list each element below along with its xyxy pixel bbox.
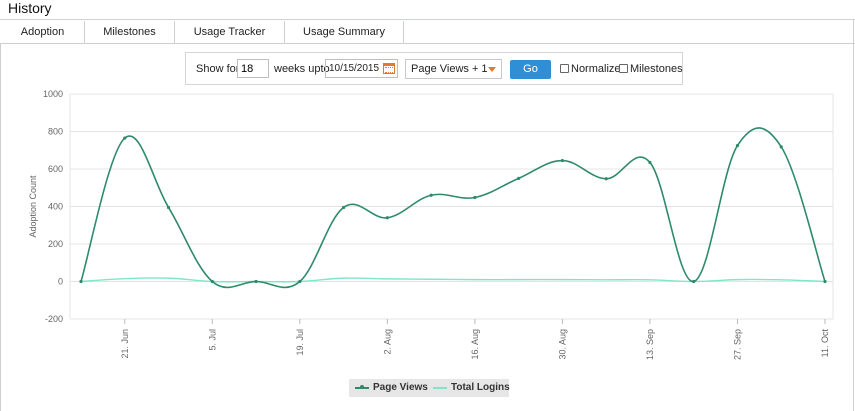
weeks-input[interactable] [237, 59, 269, 78]
data-point-page-views [735, 143, 740, 148]
data-point-page-views [429, 193, 433, 197]
title-bar: History [0, 0, 855, 20]
milestones-label: Milestones [630, 63, 683, 75]
milestones-checkbox[interactable] [619, 64, 628, 73]
legend-label-page-views: Page Views [373, 382, 428, 393]
data-point-page-views [298, 279, 302, 284]
x-tick-label: 16. Aug [470, 329, 480, 360]
data-point-page-views [823, 279, 827, 284]
tab-milestones[interactable]: Milestones [84, 21, 175, 44]
chart-legend: Page Views Total Logins [349, 379, 510, 397]
y-tick-label: -200 [45, 314, 63, 324]
x-tick-label: 11. Oct [820, 329, 830, 358]
data-point-page-views [166, 205, 171, 210]
x-tick-label: 19. Jul [295, 329, 305, 356]
metric-select-value: Page Views + 1 [411, 63, 488, 75]
legend-marker [360, 385, 364, 389]
x-tick-label: 21. Jun [120, 329, 130, 359]
x-tick-label: 5. Jul [207, 329, 217, 351]
tab-usage-tracker[interactable]: Usage Tracker [174, 21, 285, 44]
data-point-page-views [517, 176, 521, 180]
data-point-page-views [648, 160, 652, 165]
weeks-upto-label: weeks upto [274, 63, 330, 75]
data-point-page-views [341, 205, 346, 210]
y-tick-label: 200 [48, 239, 63, 249]
date-field[interactable]: 10/15/2015 [325, 59, 398, 78]
y-tick-label: 400 [48, 202, 63, 212]
legend-swatch-total-logins [433, 387, 447, 389]
calendar-icon[interactable] [383, 63, 395, 74]
x-tick-label: 2. Aug [382, 329, 392, 355]
adoption-chart: 1000 800 600 400 200 0 -200 21. Jun 5. Jul 19. Ju… [28, 89, 834, 360]
page-title: History [8, 0, 52, 16]
data-point-page-views [123, 136, 127, 140]
legend-swatch-page-views [355, 385, 369, 389]
show-for-label: Show for [196, 63, 240, 75]
data-point-page-views [210, 279, 214, 284]
chevron-down-icon [488, 67, 496, 72]
legend-label-total-logins: Total Logins [451, 382, 510, 393]
filter-toolbar: Show for weeks upto 10/15/2015 Page View… [185, 52, 683, 85]
y-tick-label: 1000 [43, 89, 63, 99]
normalize-checkbox[interactable] [560, 64, 569, 73]
y-tick-label: 600 [48, 164, 63, 174]
data-point-page-views [692, 279, 696, 284]
x-tick-label: 27. Sep [732, 329, 742, 360]
x-tick-label: 30. Aug [557, 329, 567, 360]
go-button[interactable]: Go [510, 60, 551, 79]
data-point-page-views [560, 158, 565, 163]
series-line-page-views [80, 127, 826, 289]
data-point-page-views [254, 279, 258, 284]
data-point-page-views [79, 279, 83, 284]
metric-select[interactable]: Page Views + 1 [405, 59, 502, 79]
tab-usage-summary[interactable]: Usage Summary [284, 21, 404, 44]
tab-bar: Adoption Milestones Usage Tracker Usage … [0, 21, 855, 44]
date-value: 10/15/2015 [329, 63, 380, 74]
y-axis-title: Adoption Count [28, 175, 38, 238]
tab-adoption[interactable]: Adoption [0, 21, 85, 44]
normalize-label: Normalize [571, 63, 621, 75]
tab-divider [404, 43, 855, 44]
y-tick-label: 800 [48, 127, 63, 137]
x-tick-label: 13. Sep [645, 329, 655, 360]
y-tick-label: 0 [58, 277, 63, 287]
data-point-page-views [604, 177, 608, 181]
data-point-page-views [473, 195, 477, 200]
data-point-page-views [779, 145, 783, 149]
data-point-page-views [385, 216, 389, 220]
